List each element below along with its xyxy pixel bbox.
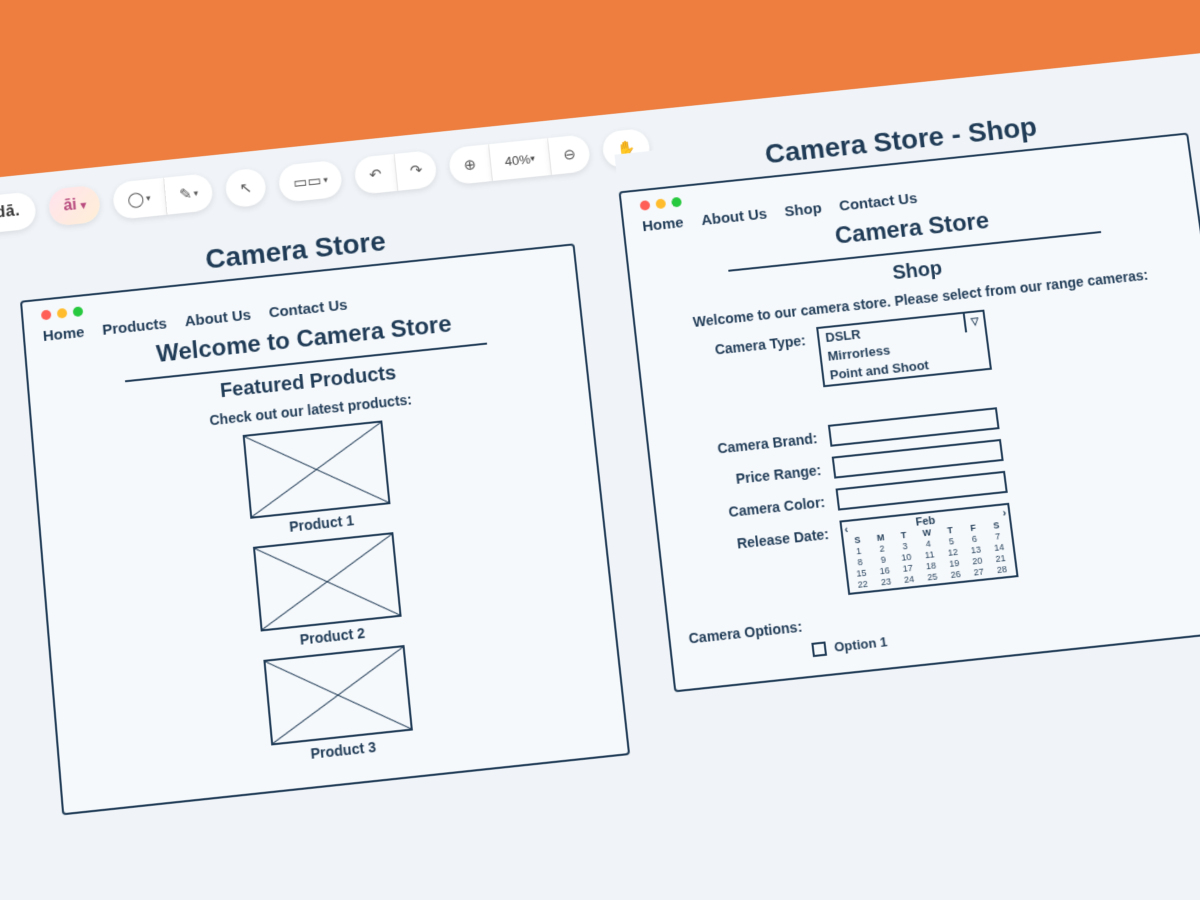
close-dot-icon	[640, 200, 651, 211]
product-image-placeholder	[263, 645, 413, 746]
redo-button[interactable]: ↷	[394, 150, 438, 191]
label-release-date: Release Date:	[677, 522, 829, 558]
undo-icon: ↶	[368, 165, 382, 184]
zoom-in-icon: ⊕	[463, 155, 477, 174]
nav-link[interactable]: Products	[102, 315, 168, 338]
nav-link[interactable]: Home	[642, 214, 685, 235]
pen-tool-button[interactable]: ✎▾	[164, 173, 214, 215]
zoom-out-icon: ⊖	[562, 145, 576, 164]
shape-tool-button[interactable]: ◯▾	[112, 178, 167, 220]
nav-link[interactable]: About Us	[700, 206, 768, 229]
minimize-dot-icon	[655, 198, 666, 209]
label-camera-type: Camera Type:	[656, 328, 807, 363]
cal-prev-icon[interactable]: ‹	[844, 524, 849, 536]
cal-month: Feb	[915, 515, 936, 529]
design-canvas-app: Jedā. āi ◯▾ ✎▾ ↖ ▭▭▾ ↶ ↷ ⊕ 40% ⊖ ✋	[0, 42, 1200, 900]
app-logo[interactable]: Jedā.	[0, 191, 37, 236]
drawing-tools-group: ◯▾ ✎▾	[112, 173, 213, 220]
label-camera-brand: Camera Brand:	[667, 426, 819, 462]
cursor-icon: ↖	[239, 179, 253, 198]
maximize-dot-icon	[671, 197, 682, 208]
wireframe-home-window: Home Products About Us Contact Us Welcom…	[20, 243, 630, 815]
wireframe-home[interactable]: Camera Store Home Products About Us Cont…	[17, 206, 630, 815]
undo-button[interactable]: ↶	[354, 154, 399, 195]
redo-icon: ↷	[409, 161, 423, 180]
pen-icon: ✎	[178, 185, 192, 204]
nav-link[interactable]: About Us	[184, 307, 252, 331]
minimize-dot-icon	[57, 308, 68, 319]
wireframe-shop-window: Home About Us Shop Contact Us Camera Sto…	[619, 133, 1200, 693]
nav-link[interactable]: Contact Us	[268, 297, 348, 322]
circle-icon: ◯	[127, 190, 145, 209]
product-image-placeholder	[243, 420, 391, 518]
release-date-calendar[interactable]: ‹ Feb › S M T W T	[839, 503, 1018, 595]
label-price-range: Price Range:	[670, 458, 822, 494]
maximize-dot-icon	[73, 306, 84, 317]
cal-next-icon[interactable]: ›	[1002, 507, 1007, 519]
nav-link[interactable]: Contact Us	[838, 190, 918, 215]
layout-tool-button[interactable]: ▭▭▾	[278, 160, 344, 203]
label-camera-color: Camera Color:	[674, 490, 826, 526]
canvas-surface[interactable]: Camera Store Home Products About Us Cont…	[0, 109, 1200, 900]
zoom-group: ⊕ 40% ⊖	[448, 134, 591, 185]
camera-type-select[interactable]: DSLR ▽ Mirrorless Point and Shoot	[816, 310, 992, 388]
product-image-placeholder	[253, 532, 402, 631]
cursor-tool-button[interactable]: ↖	[224, 167, 267, 208]
history-group: ↶ ↷	[354, 150, 439, 195]
zoom-level-dropdown[interactable]: 40%	[489, 138, 552, 181]
zoom-out-button[interactable]: ⊖	[548, 134, 592, 175]
close-dot-icon	[41, 310, 52, 321]
ai-menu-button[interactable]: āi	[48, 185, 101, 227]
option-1-checkbox[interactable]	[811, 641, 827, 657]
option-1-label: Option 1	[833, 634, 888, 655]
wireframe-shop[interactable]: Camera Store - Shop Home About Us Shop C…	[614, 96, 1200, 692]
grid-icon: ▭▭	[293, 171, 323, 191]
zoom-in-button[interactable]: ⊕	[448, 144, 493, 185]
nav-link[interactable]: Shop	[784, 200, 823, 220]
nav-link[interactable]: Home	[42, 324, 85, 345]
chevron-down-icon: ▽	[963, 312, 985, 333]
